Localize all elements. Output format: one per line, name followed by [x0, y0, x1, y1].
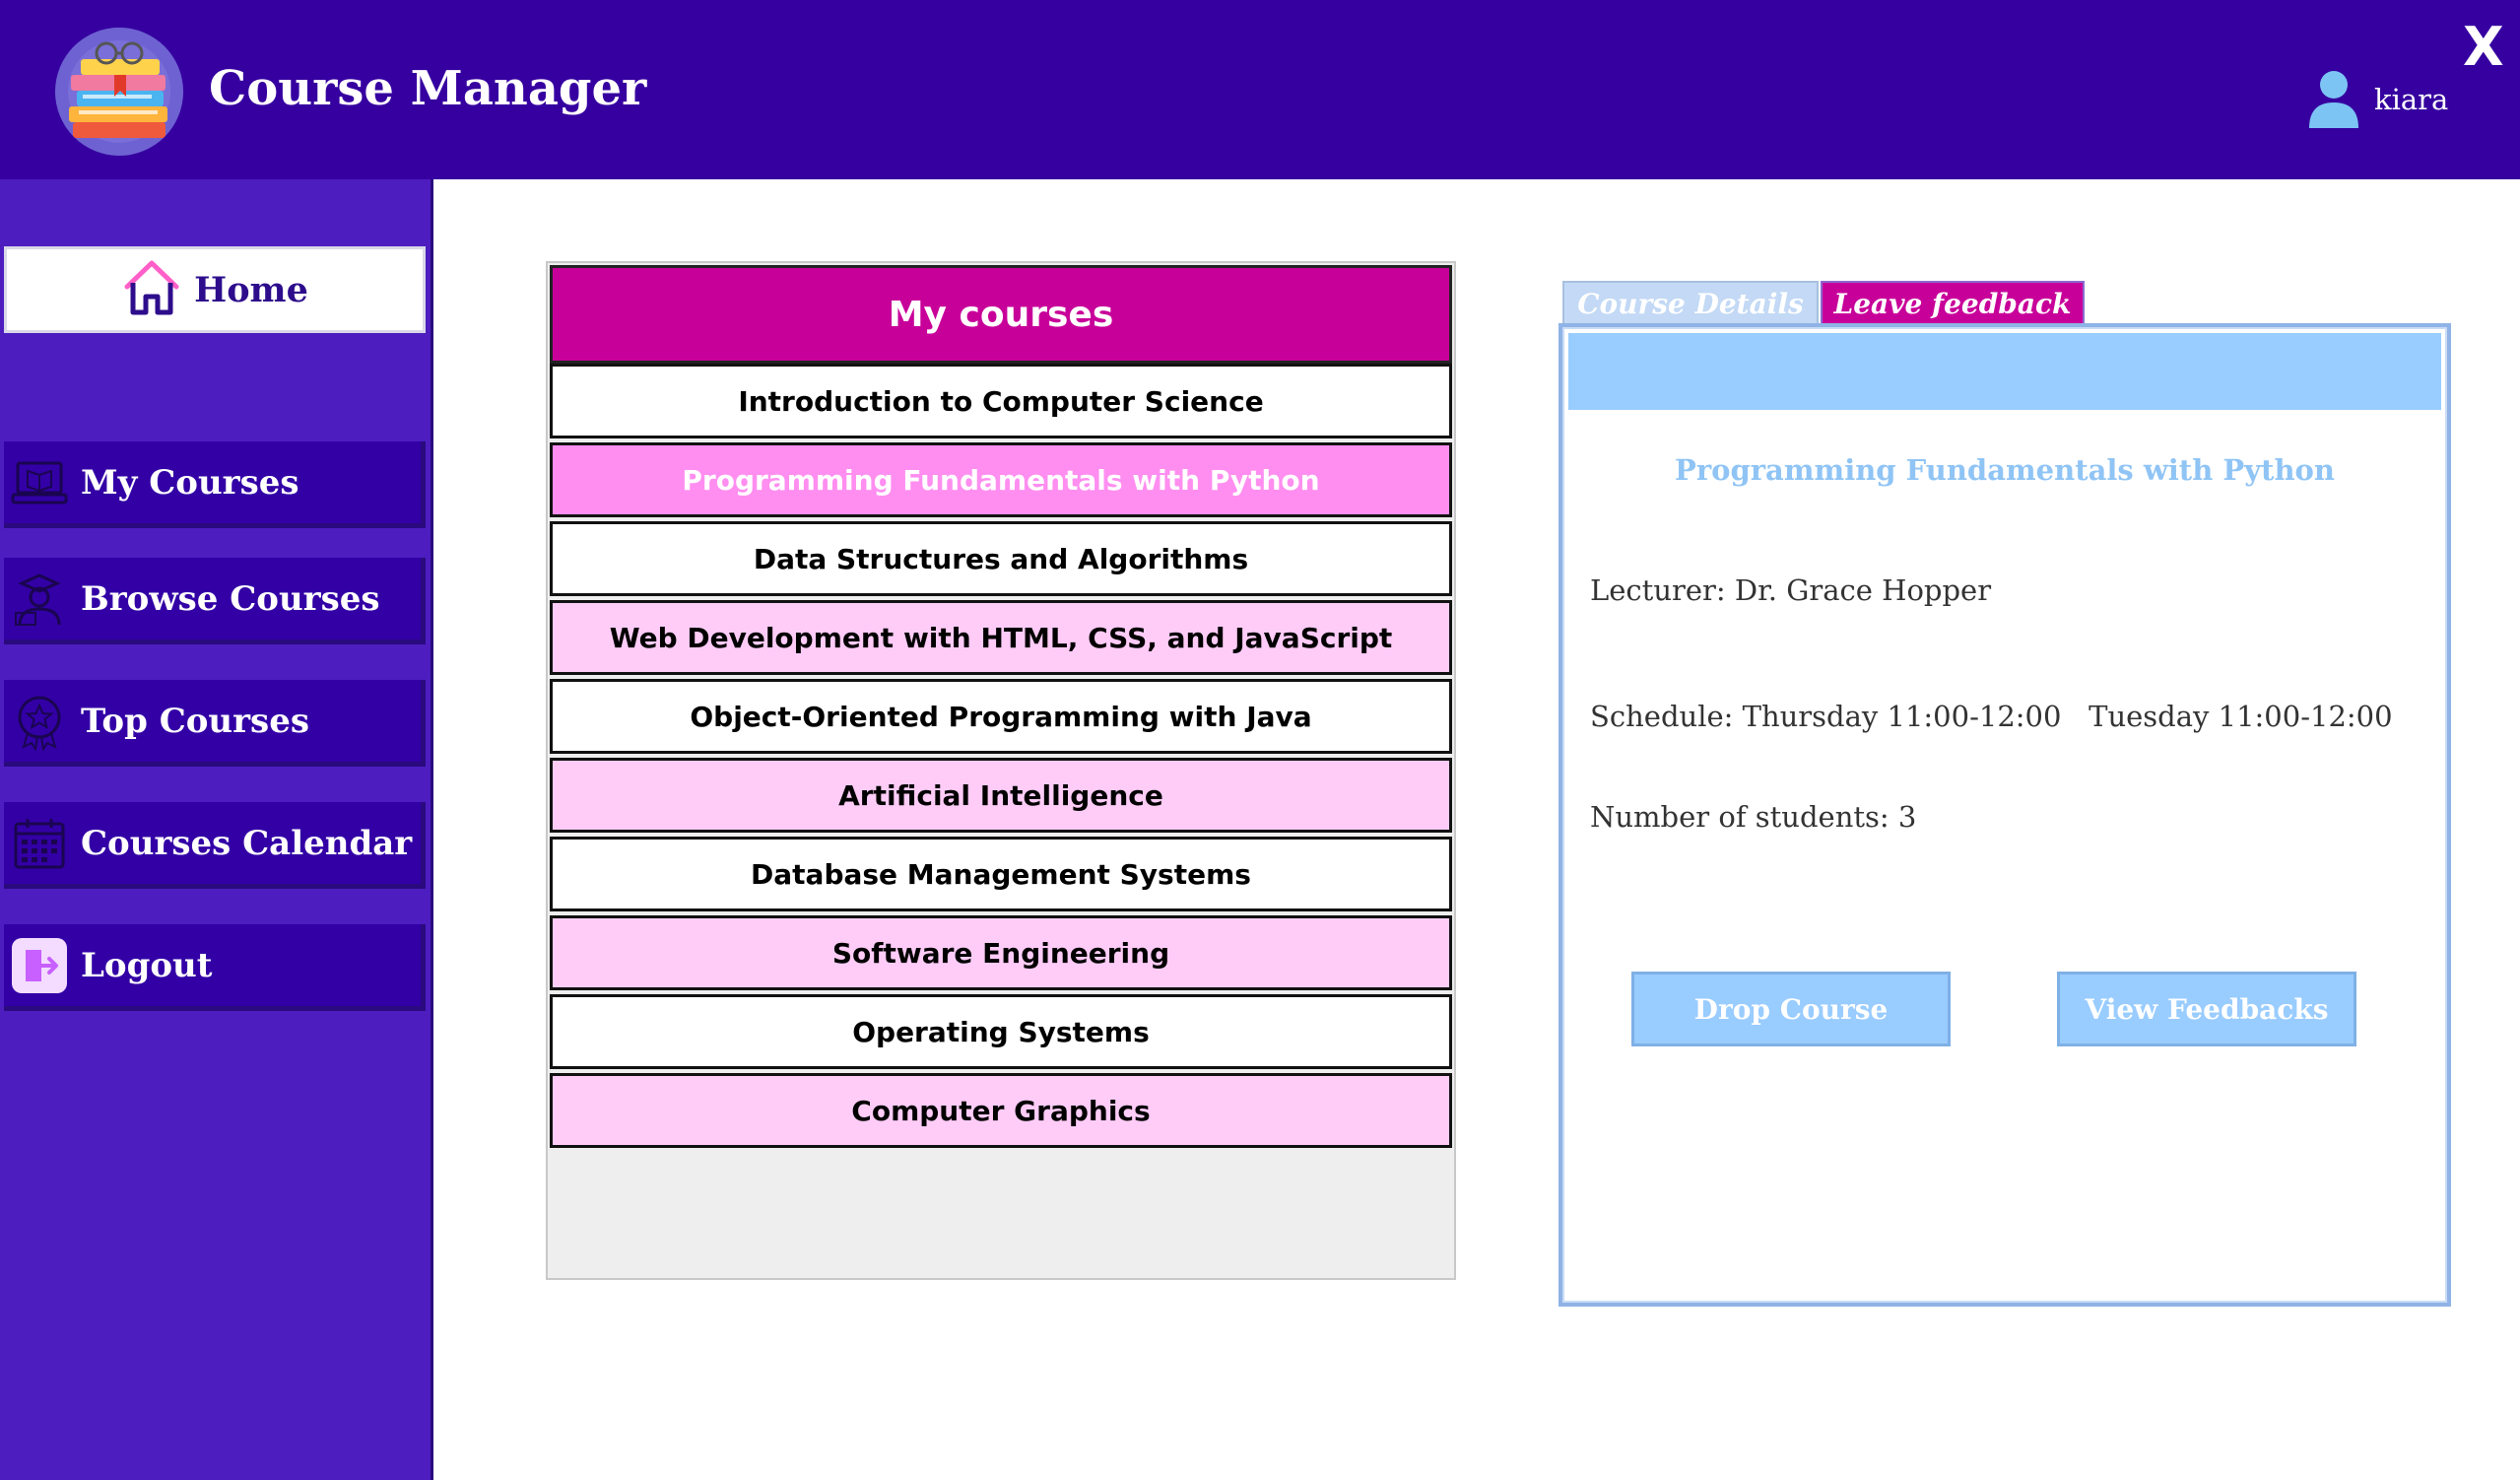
course-row[interactable]: Operating Systems: [550, 994, 1452, 1069]
sidebar-item-courses-calendar[interactable]: Courses Calendar: [4, 802, 426, 889]
course-title: Operating Systems: [852, 1015, 1150, 1048]
lecturer-text: Lecturer: Dr. Grace Hopper: [1590, 573, 1992, 607]
course-title: Software Engineering: [831, 936, 1170, 970]
sidebar-item-my-courses[interactable]: My Courses: [4, 441, 426, 528]
course-row[interactable]: Software Engineering: [550, 915, 1452, 990]
course-title: Data Structures and Algorithms: [753, 542, 1249, 575]
course-title: Artificial Intelligence: [838, 778, 1163, 812]
course-row[interactable]: Computer Graphics: [550, 1073, 1452, 1148]
sidebar-item-label: My Courses: [81, 462, 299, 503]
sidebar-item-browse-courses[interactable]: Browse Courses: [4, 558, 426, 644]
home-label: Home: [194, 269, 308, 310]
books-logo-icon: [55, 28, 183, 156]
sidebar-item-label: Browse Courses: [81, 578, 380, 619]
course-title: Programming Fundamentals with Python: [682, 463, 1320, 497]
schedule-text: Schedule: Thursday 11:00-12:00 Tuesday 1…: [1590, 700, 2393, 733]
sidebar: Home My Courses Browse Courses Top Cours…: [0, 179, 433, 1480]
logout-icon: [10, 936, 69, 995]
my-courses-title: My courses: [888, 294, 1114, 335]
home-button[interactable]: Home: [4, 246, 426, 333]
tab-leave-feedback[interactable]: Leave feedback: [1821, 281, 2085, 324]
course-title: Database Management Systems: [751, 857, 1251, 891]
close-button[interactable]: X: [2463, 16, 2504, 78]
course-row-selected[interactable]: Programming Fundamentals with Python: [550, 442, 1452, 517]
detail-course-name: Programming Fundamentals with Python: [1675, 453, 2335, 487]
username-label: kiara: [2374, 83, 2449, 116]
course-row[interactable]: Data Structures and Algorithms: [550, 521, 1452, 596]
calendar-icon: [10, 814, 69, 873]
sidebar-item-label: Logout: [81, 945, 213, 985]
app-title: Course Manager: [209, 61, 647, 116]
course-row[interactable]: Object-Oriented Programming with Java: [550, 679, 1452, 754]
course-row[interactable]: Database Management Systems: [550, 837, 1452, 911]
sidebar-item-top-courses[interactable]: Top Courses: [4, 680, 426, 767]
home-icon: [121, 257, 182, 322]
course-details-panel: Programming Fundamentals with Python Lec…: [1558, 323, 2451, 1307]
course-row[interactable]: Artificial Intelligence: [550, 758, 1452, 833]
teacher-icon: [10, 570, 69, 629]
sidebar-item-label: Courses Calendar: [81, 823, 413, 863]
details-header-band: [1568, 333, 2441, 410]
course-title: Introduction to Computer Science: [738, 384, 1264, 418]
app-header: Course Manager kiara X: [0, 0, 2520, 179]
course-row[interactable]: Introduction to Computer Science: [550, 364, 1452, 438]
course-title: Web Development with HTML, CSS, and Java…: [609, 621, 1393, 654]
user-avatar-icon: [2307, 69, 2360, 128]
course-row[interactable]: Web Development with HTML, CSS, and Java…: [550, 600, 1452, 675]
star-badge-icon: [10, 692, 69, 752]
my-courses-header: My courses: [550, 265, 1452, 364]
course-title: Computer Graphics: [851, 1094, 1151, 1127]
students-count-text: Number of students: 3: [1590, 800, 1917, 834]
tab-course-details[interactable]: Course Details: [1562, 281, 1819, 324]
sidebar-item-label: Top Courses: [81, 701, 309, 741]
view-feedbacks-button[interactable]: View Feedbacks: [2057, 972, 2356, 1046]
drop-course-button[interactable]: Drop Course: [1631, 972, 1951, 1046]
my-courses-list: My courses Introduction to Computer Scie…: [546, 261, 1456, 1280]
laptop-book-icon: [10, 453, 69, 512]
course-title: Object-Oriented Programming with Java: [690, 700, 1312, 733]
sidebar-item-logout[interactable]: Logout: [4, 924, 426, 1011]
